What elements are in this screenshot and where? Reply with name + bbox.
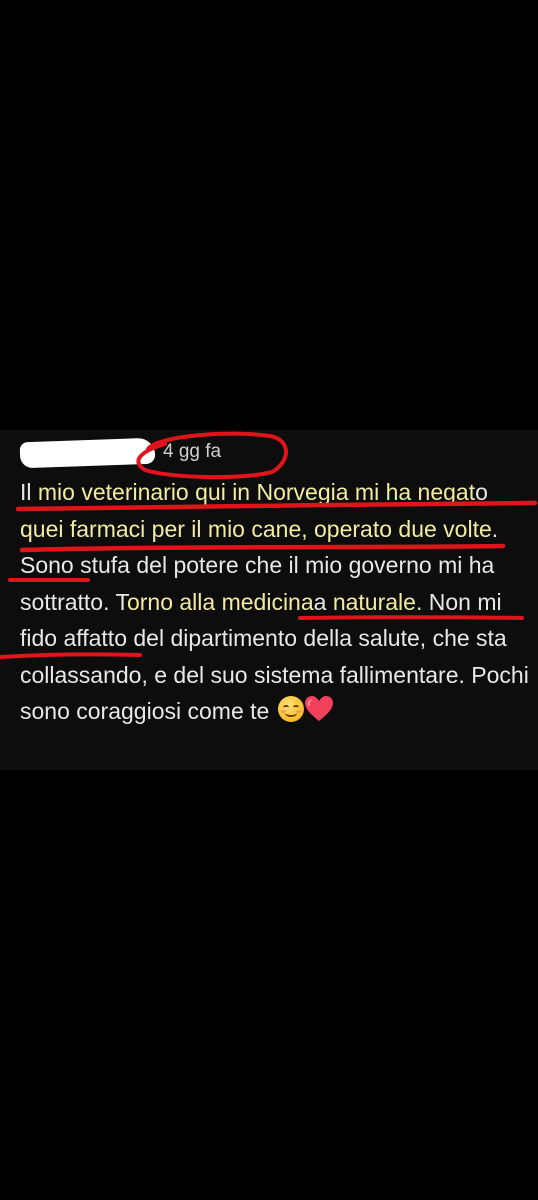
smiling-face-emoji-icon [277, 696, 304, 722]
comment-text: Il mio veterinario qui in Norvegia mi ha… [20, 474, 535, 730]
highlighted-phrase: naturale. [332, 588, 423, 615]
comment-header: Ol 4 gg fa [0, 430, 538, 476]
comment-text-part: o [475, 479, 488, 505]
red-heart-emoji-icon [304, 696, 333, 721]
comment-text-part: Il [20, 479, 38, 505]
highlighted-phrase: mio veterinario qui in Norvegia mi ha ne… [37, 479, 476, 505]
comment-text-part: a [313, 588, 333, 615]
highlighted-phrase: quei farmaci per il mio cane, operato du… [20, 515, 492, 542]
comment-timestamp: 4 gg fa [163, 441, 222, 462]
comment-card: Ol 4 gg fa Il mio veterinario qui in Nor… [0, 430, 538, 770]
screenshot: { "comment": { "username": "Ol", "timest… [0, 0, 538, 1200]
highlighted-phrase: orno alla medicina [126, 588, 314, 615]
username-redaction-scribble [19, 437, 156, 469]
